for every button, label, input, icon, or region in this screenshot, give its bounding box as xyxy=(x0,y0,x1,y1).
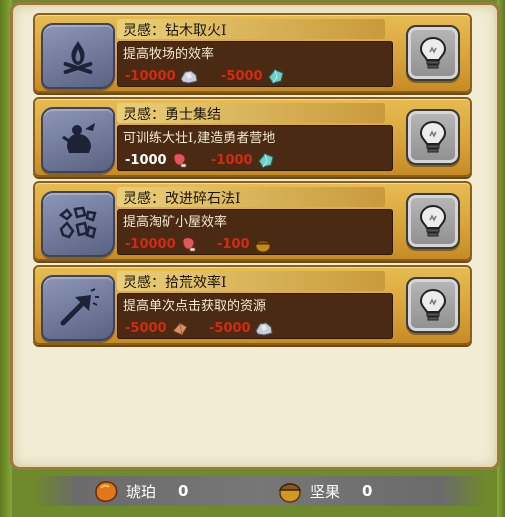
card-title: 灵感：改进碎石法I xyxy=(123,191,241,207)
upgrade-arrow-icon xyxy=(60,288,99,326)
resource-bar: 琥珀 0 坚果 0 xyxy=(32,476,487,506)
amber-value: 0 xyxy=(178,482,189,500)
cost-item-1: -10000 xyxy=(125,67,199,85)
lightbulb-icon xyxy=(419,288,447,321)
nut-icon xyxy=(254,239,271,253)
broken-rocks-icon xyxy=(58,206,97,239)
card-description-box: 提高淘矿小屋效率 -10000 -100 xyxy=(117,209,393,255)
stone-icon xyxy=(180,70,198,84)
stone-icon xyxy=(254,322,273,336)
cost-value: -100 xyxy=(217,236,250,252)
cost-item-1: -5000 xyxy=(125,319,190,337)
amber-icon xyxy=(95,481,118,502)
cost-item-2: -5000 xyxy=(209,319,274,337)
cost-value: -5000 xyxy=(221,68,263,84)
inspiration-card-warriors: 灵感：勇士集结 可训练大壮I,建造勇者营地 -1000 -1000 xyxy=(33,97,472,177)
cost-item-2: -5000 xyxy=(221,67,286,85)
nut-value: 0 xyxy=(362,482,373,500)
cost-value: -1000 xyxy=(125,152,167,168)
card-title-bar: 灵感：改进碎石法I xyxy=(117,187,385,207)
inspiration-card-scavenging: 灵感：拾荒效率I 提高单次点击获取的资源 -5000 -5000 xyxy=(33,265,472,345)
crystal-icon xyxy=(267,69,284,84)
inspire-button[interactable] xyxy=(406,193,460,249)
lightbulb-icon xyxy=(419,36,447,69)
cost-item-1: -1000 xyxy=(125,151,190,169)
amber-stat: 琥珀 0 xyxy=(92,476,188,506)
card-title: 灵感：钻木取火I xyxy=(123,23,227,39)
card-description-box: 提高单次点击获取的资源 -5000 -5000 xyxy=(117,293,393,339)
cost-value: -1000 xyxy=(211,152,253,168)
card-title: 灵感：勇士集结 xyxy=(123,107,221,123)
cost-value: -10000 xyxy=(125,68,176,84)
cost-value: -10000 xyxy=(125,236,176,252)
meat-icon xyxy=(182,237,196,252)
card-stone-tablet xyxy=(41,275,115,341)
card-description: 提高牧场的效率 xyxy=(123,47,215,62)
card-stone-tablet xyxy=(41,107,115,173)
lightbulb-icon xyxy=(419,120,447,153)
inspire-button[interactable] xyxy=(406,109,460,165)
meat-icon xyxy=(173,153,186,168)
nut-stat: 坚果 0 xyxy=(276,476,372,506)
card-title-bar: 灵感：钻木取火I xyxy=(117,19,385,39)
card-stone-tablet xyxy=(41,23,115,89)
cost-item-2: -1000 xyxy=(211,151,276,169)
card-title-bar: 灵感：勇士集结 xyxy=(117,103,385,123)
nut-icon xyxy=(278,483,302,503)
card-title: 灵感：拾荒效率I xyxy=(123,275,227,291)
card-description-box: 提高牧场的效率 -10000 -5000 xyxy=(117,41,393,87)
card-description: 提高淘矿小屋效率 xyxy=(123,215,228,230)
lightbulb-icon xyxy=(419,204,447,237)
inspire-button[interactable] xyxy=(406,25,460,81)
card-title-bar: 灵感：拾荒效率I xyxy=(117,271,385,291)
cost-value: -5000 xyxy=(209,320,251,336)
nut-label: 坚果 xyxy=(310,482,341,501)
warrior-icon xyxy=(62,123,95,153)
amber-label: 琥珀 xyxy=(126,482,157,501)
wood-icon xyxy=(171,322,188,336)
cost-item-2: -100 xyxy=(217,235,273,253)
inspire-button[interactable] xyxy=(406,277,460,333)
cost-value: -5000 xyxy=(125,320,167,336)
inspiration-card-stone-crushing: 灵感：改进碎石法I 提高淘矿小屋效率 -10000 -100 xyxy=(33,181,472,261)
card-description-box: 可训练大壮I,建造勇者营地 -1000 -1000 xyxy=(117,125,393,171)
crystal-icon xyxy=(257,153,274,168)
card-description: 提高单次点击获取的资源 xyxy=(123,299,267,314)
inspiration-card-fire: 灵感：钻木取火I 提高牧场的效率 -10000 -5000 xyxy=(33,13,472,93)
cost-item-1: -10000 xyxy=(125,235,199,253)
campfire-icon xyxy=(63,41,93,75)
card-stone-tablet xyxy=(41,191,115,257)
card-description: 可训练大壮I,建造勇者营地 xyxy=(123,131,276,146)
